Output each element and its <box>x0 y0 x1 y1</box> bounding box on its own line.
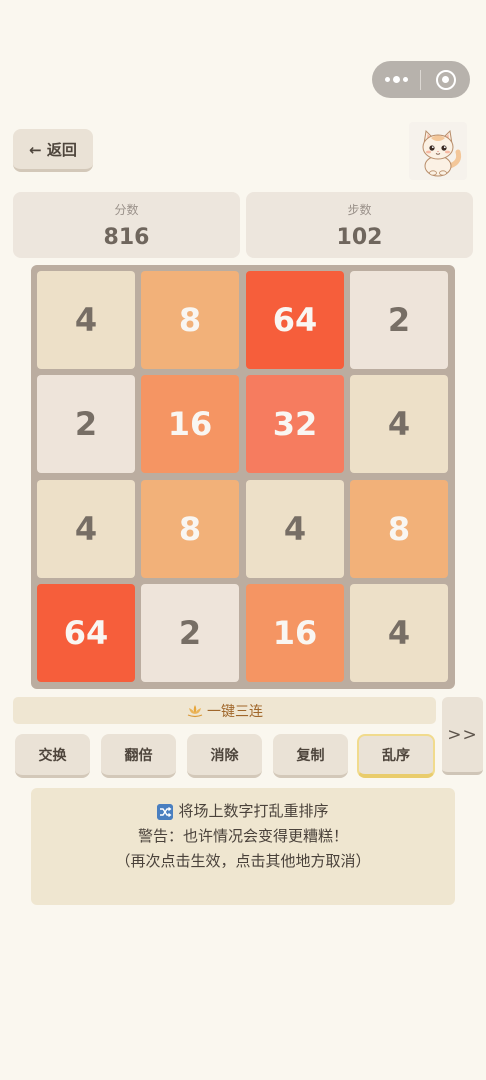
tile[interactable]: 4 <box>246 480 344 578</box>
more-tools-button[interactable]: >> <box>442 697 483 775</box>
swap-button[interactable]: 交换 <box>15 734 90 778</box>
shuffle-icon <box>157 803 174 820</box>
miniprogram-capsule <box>372 61 470 98</box>
tile[interactable]: 4 <box>350 375 448 473</box>
tile[interactable]: 8 <box>350 480 448 578</box>
cat-icon <box>422 129 462 177</box>
game-board[interactable]: 4 8 64 2 2 16 32 4 4 8 4 8 64 2 16 4 <box>31 265 455 689</box>
one-click-combo-bar[interactable]: 一键三连 <box>13 697 436 724</box>
tile[interactable]: 16 <box>246 584 344 682</box>
eliminate-button[interactable]: 消除 <box>187 734 262 778</box>
tile[interactable]: 4 <box>37 271 135 369</box>
steps-label: 步数 <box>347 203 372 217</box>
score-panel: 分数 816 <box>13 192 240 258</box>
tile[interactable]: 8 <box>141 480 239 578</box>
copy-button[interactable]: 复制 <box>273 734 348 778</box>
tool-description-panel: 将场上数字打乱重排序 警告：也许情况会变得更糟糕！ （再次点击生效，点击其他地方… <box>31 788 455 905</box>
cat-avatar[interactable] <box>409 122 467 180</box>
info-line-1: 将场上数字打乱重排序 <box>178 802 329 820</box>
tile[interactable]: 4 <box>350 584 448 682</box>
tile[interactable]: 8 <box>141 271 239 369</box>
tool-label: 消除 <box>210 747 239 764</box>
steps-value: 102 <box>336 225 383 250</box>
score-label: 分数 <box>114 203 139 217</box>
info-line-3: （再次点击生效，点击其他地方取消） <box>115 852 371 870</box>
tile[interactable]: 2 <box>37 375 135 473</box>
tool-label: 翻倍 <box>124 747 153 764</box>
more-tools-label: >> <box>447 724 478 745</box>
tool-label: 乱序 <box>382 748 410 764</box>
tile[interactable]: 4 <box>37 480 135 578</box>
steps-panel: 步数 102 <box>246 192 473 258</box>
close-target-icon[interactable] <box>421 61 470 98</box>
combo-label: 一键三连 <box>207 703 263 720</box>
tile[interactable]: 2 <box>141 584 239 682</box>
lotus-icon <box>187 704 203 717</box>
back-button[interactable]: ← 返回 <box>13 129 93 172</box>
tile[interactable]: 16 <box>141 375 239 473</box>
double-button[interactable]: 翻倍 <box>101 734 176 778</box>
back-button-label: ← 返回 <box>29 140 77 159</box>
tool-label: 复制 <box>296 747 325 764</box>
tool-label: 交换 <box>38 747 67 764</box>
tile[interactable]: 64 <box>37 584 135 682</box>
tile[interactable]: 2 <box>350 271 448 369</box>
tile[interactable]: 32 <box>246 375 344 473</box>
tile[interactable]: 64 <box>246 271 344 369</box>
more-menu-icon[interactable] <box>372 61 420 98</box>
info-line-2: 警告：也许情况会变得更糟糕！ <box>137 827 348 845</box>
shuffle-button[interactable]: 乱序 <box>357 734 435 778</box>
score-value: 816 <box>103 225 150 250</box>
